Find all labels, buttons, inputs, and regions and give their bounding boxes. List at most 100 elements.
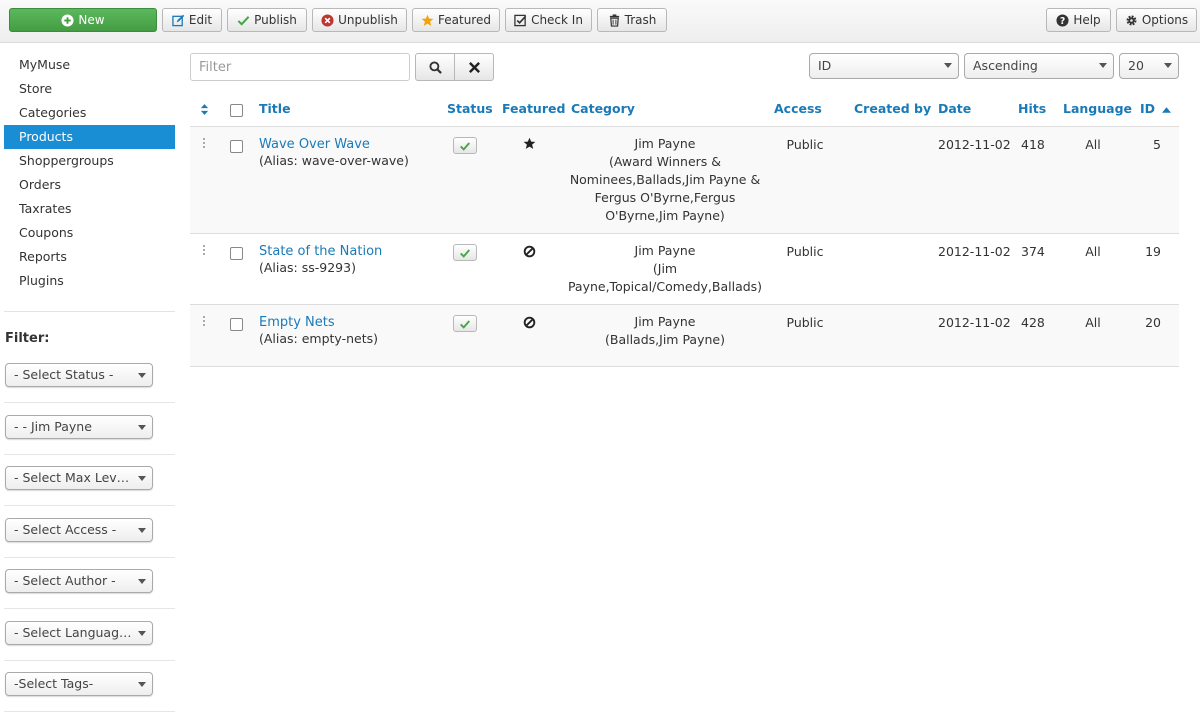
column-featured[interactable]: Featured [502, 93, 565, 127]
drag-handle-icon[interactable] [203, 138, 207, 148]
product-alias: (Alias: empty-nets) [259, 331, 379, 346]
table-row: Empty Nets (Alias: empty-nets) Jim Payne… [190, 305, 1179, 367]
publish-button[interactable]: Publish [227, 8, 307, 32]
edit-button[interactable]: Edit [162, 8, 222, 32]
category-line: Jim Payne [634, 243, 696, 258]
publish-button-label: Publish [254, 13, 297, 27]
category-filter-value: - - Jim Payne [14, 419, 92, 434]
new-button-label: New [78, 13, 105, 27]
select-all-checkbox[interactable] [230, 104, 243, 117]
column-id-label: ID [1140, 101, 1156, 116]
language-cell: All [1085, 315, 1101, 330]
checkbox-icon [514, 14, 527, 27]
chevron-down-icon [138, 476, 146, 481]
ordering-sort-icon[interactable] [200, 93, 209, 127]
sidebar-item-orders[interactable]: Orders [4, 173, 175, 197]
product-title-link[interactable]: Empty Nets [259, 315, 439, 330]
featured-toggle[interactable] [523, 137, 536, 153]
filter-divider [4, 454, 175, 455]
sidebar-item-plugins[interactable]: Plugins [4, 269, 175, 293]
column-access[interactable]: Access [774, 93, 822, 127]
new-button[interactable]: New [9, 8, 157, 32]
id-cell: 5 [1153, 137, 1161, 152]
sort-ascending-icon [1162, 106, 1172, 113]
search-button[interactable] [415, 53, 455, 81]
times-circle-icon [321, 13, 334, 27]
filter-divider [4, 660, 175, 661]
order-direction-select[interactable]: Ascending [964, 53, 1114, 79]
column-id[interactable]: ID [1140, 93, 1172, 127]
column-created-by[interactable]: Created by [854, 93, 931, 127]
check-in-button-label: Check In [531, 13, 583, 27]
featured-toggle[interactable] [523, 316, 536, 332]
check-in-button[interactable]: Check In [505, 8, 592, 32]
product-title-link[interactable]: State of the Nation [259, 244, 439, 259]
category-line: Fergus O'Byrne,Fergus [594, 190, 736, 205]
clear-search-button[interactable] [454, 53, 494, 81]
sidebar-item-categories[interactable]: Categories [4, 101, 175, 125]
access-filter-select[interactable]: - Select Access - [5, 518, 153, 542]
table-row: Wave Over Wave (Alias: wave-over-wave) J… [190, 127, 1179, 234]
featured-toggle[interactable] [523, 245, 536, 261]
sidebar-divider [4, 311, 175, 312]
trash-button[interactable]: Trash [597, 8, 667, 32]
check-icon [460, 319, 470, 329]
column-title[interactable]: Title [259, 93, 291, 127]
row-checkbox[interactable] [230, 140, 243, 153]
filter-divider [4, 711, 175, 712]
sidebar-item-coupons[interactable]: Coupons [4, 221, 175, 245]
unpublish-button[interactable]: Unpublish [312, 8, 407, 32]
list-limit-select[interactable]: 20 [1119, 53, 1179, 79]
product-title-link[interactable]: Wave Over Wave [259, 137, 439, 152]
column-category[interactable]: Category [571, 93, 635, 127]
edit-icon [172, 14, 185, 27]
sidebar-item-reports[interactable]: Reports [4, 245, 175, 269]
sidebar-item-store[interactable]: Store [4, 77, 175, 101]
unfeatured-icon [523, 316, 536, 329]
column-hits[interactable]: Hits [1018, 93, 1046, 127]
sidebar-item-taxrates[interactable]: Taxrates [4, 197, 175, 221]
category-filter-select[interactable]: - - Jim Payne [5, 415, 153, 439]
category-line: (Ballads,Jim Payne) [605, 332, 725, 347]
status-toggle-button[interactable] [453, 315, 477, 332]
max-levels-filter-select[interactable]: - Select Max Levels - [5, 466, 153, 490]
access-cell: Public [786, 137, 824, 152]
author-filter-value: - Select Author - [14, 573, 116, 588]
access-cell: Public [786, 244, 824, 259]
featured-button[interactable]: Featured [412, 8, 500, 32]
date-cell: 2012-11-02 [938, 137, 1011, 152]
search-input[interactable] [190, 53, 410, 81]
row-checkbox[interactable] [230, 318, 243, 331]
filter-divider [4, 402, 175, 403]
column-language[interactable]: Language [1063, 93, 1132, 127]
category-cell: Jim Payne (Jim Payne,Topical/Comedy,Ball… [560, 242, 770, 296]
access-filter-value: - Select Access - [14, 522, 117, 537]
row-checkbox[interactable] [230, 247, 243, 260]
check-icon [237, 14, 250, 27]
status-filter-select[interactable]: - Select Status - [5, 363, 153, 387]
column-status[interactable]: Status [447, 93, 493, 127]
chevron-down-icon [138, 528, 146, 533]
chevron-down-icon [1164, 63, 1172, 68]
sidebar-item-mymuse[interactable]: MyMuse [4, 53, 175, 77]
max-levels-filter-value: - Select Max Levels - [14, 470, 132, 485]
language-cell: All [1085, 137, 1101, 152]
language-filter-value: - Select Language - [14, 625, 132, 640]
drag-handle-icon[interactable] [203, 316, 207, 326]
toolbar: New Edit Publish Unpublish Featured Chec… [0, 0, 1200, 43]
status-toggle-button[interactable] [453, 137, 477, 154]
column-date[interactable]: Date [938, 93, 971, 127]
sidebar-item-shoppergroups[interactable]: Shoppergroups [4, 149, 175, 173]
author-filter-select[interactable]: - Select Author - [5, 569, 153, 593]
order-by-select[interactable]: ID [809, 53, 959, 79]
svg-text:?: ? [1060, 15, 1065, 26]
category-line: Nominees,Ballads,Jim Payne & [569, 172, 761, 187]
language-filter-select[interactable]: - Select Language - [5, 621, 153, 645]
status-toggle-button[interactable] [453, 244, 477, 261]
tags-filter-select[interactable]: -Select Tags- [5, 672, 153, 696]
drag-handle-icon[interactable] [203, 245, 207, 255]
help-button[interactable]: ? Help [1046, 8, 1111, 32]
check-icon [460, 141, 470, 151]
sidebar-item-products[interactable]: Products [4, 125, 175, 149]
options-button[interactable]: Options [1116, 8, 1197, 32]
